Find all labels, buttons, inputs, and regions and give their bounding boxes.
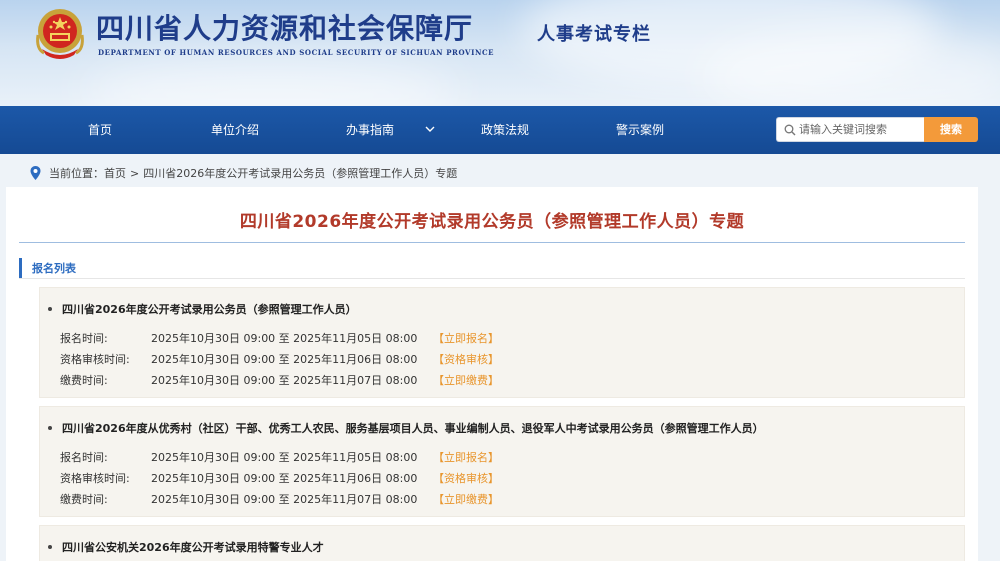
site-subtitle: DEPARTMENT OF HUMAN RESOURCES AND SOCIAL… xyxy=(98,48,495,57)
register-link[interactable]: 【立即报名】 xyxy=(433,449,499,465)
nav-item-policy[interactable]: 政策法规 xyxy=(465,106,545,154)
page-title: 四川省2026年度公开考试录用公务员（参照管理工作人员）专题 xyxy=(239,212,745,232)
breadcrumb-current: 四川省2026年度公开考试录用公务员（参照管理工作人员）专题 xyxy=(143,167,458,180)
search-box xyxy=(776,117,924,142)
column-name: 人事考试专栏 xyxy=(537,24,651,45)
row-value: 2025年10月30日 09:00 至 2025年11月07日 08:00 xyxy=(151,374,418,387)
review-link[interactable]: 【资格审核】 xyxy=(433,351,499,367)
row-label: 资格审核时间: xyxy=(60,472,130,485)
site-title: 四川省人力资源和社会保障厅 xyxy=(96,12,474,45)
bullet-icon xyxy=(48,545,52,549)
exam-title[interactable]: 四川省2026年度从优秀村（社区）干部、优秀工人农民、服务基层项目人员、事业编制… xyxy=(48,420,764,436)
breadcrumb-prefix: 当前位置： xyxy=(49,167,104,180)
exam-title[interactable]: 四川省2026年度公开考试录用公务员（参照管理工作人员） xyxy=(48,301,357,317)
bullet-icon xyxy=(48,307,52,311)
bullet-icon xyxy=(48,426,52,430)
section-label: 报名列表 xyxy=(32,262,76,275)
breadcrumb-separator: > xyxy=(130,166,140,180)
row-label: 报名时间: xyxy=(60,451,108,464)
row-label: 缴费时间: xyxy=(60,493,108,506)
exam-block: 四川省公安机关2026年度公开考试录用特警专业人才 xyxy=(39,525,965,561)
national-emblem-icon xyxy=(36,9,84,59)
nav-item-home[interactable]: 首页 xyxy=(60,106,140,154)
exam-block: 四川省2026年度公开考试录用公务员（参照管理工作人员） 报名时间: 2025年… xyxy=(39,287,965,398)
section-header: 报名列表 xyxy=(19,258,965,278)
row-label: 缴费时间: xyxy=(60,374,108,387)
pay-link[interactable]: 【立即缴费】 xyxy=(433,372,499,388)
register-link[interactable]: 【立即报名】 xyxy=(433,330,499,346)
review-link[interactable]: 【资格审核】 xyxy=(433,470,499,486)
search-icon xyxy=(784,124,796,136)
main-content: 四川省2026年度公开考试录用公务员（参照管理工作人员）专题 报名列表 四川省2… xyxy=(6,187,978,561)
nav-item-cases[interactable]: 警示案例 xyxy=(600,106,680,154)
nav-item-guide[interactable]: 办事指南 xyxy=(330,106,410,154)
row-label: 资格审核时间: xyxy=(60,353,130,366)
row-value: 2025年10月30日 09:00 至 2025年11月06日 08:00 xyxy=(151,353,418,366)
search-input[interactable] xyxy=(799,118,921,141)
row-value: 2025年10月30日 09:00 至 2025年11月05日 08:00 xyxy=(151,451,418,464)
nav-item-about[interactable]: 单位介绍 xyxy=(195,106,275,154)
chevron-down-icon[interactable] xyxy=(425,124,435,134)
pay-link[interactable]: 【立即缴费】 xyxy=(433,491,499,507)
search-button[interactable]: 搜索 xyxy=(924,117,978,142)
row-label: 报名时间: xyxy=(60,332,108,345)
row-value: 2025年10月30日 09:00 至 2025年11月07日 08:00 xyxy=(151,493,418,506)
breadcrumb: 当前位置： 首页 > 四川省2026年度公开考试录用公务员（参照管理工作人员）专… xyxy=(30,163,457,183)
breadcrumb-home-link[interactable]: 首页 xyxy=(104,165,126,181)
exam-title[interactable]: 四川省公安机关2026年度公开考试录用特警专业人才 xyxy=(48,539,324,555)
section-divider xyxy=(19,278,965,279)
exam-block: 四川省2026年度从优秀村（社区）干部、优秀工人农民、服务基层项目人员、事业编制… xyxy=(39,406,965,517)
title-divider xyxy=(19,242,965,243)
row-value: 2025年10月30日 09:00 至 2025年11月06日 08:00 xyxy=(151,472,418,485)
location-pin-icon xyxy=(30,166,41,180)
row-value: 2025年10月30日 09:00 至 2025年11月05日 08:00 xyxy=(151,332,418,345)
